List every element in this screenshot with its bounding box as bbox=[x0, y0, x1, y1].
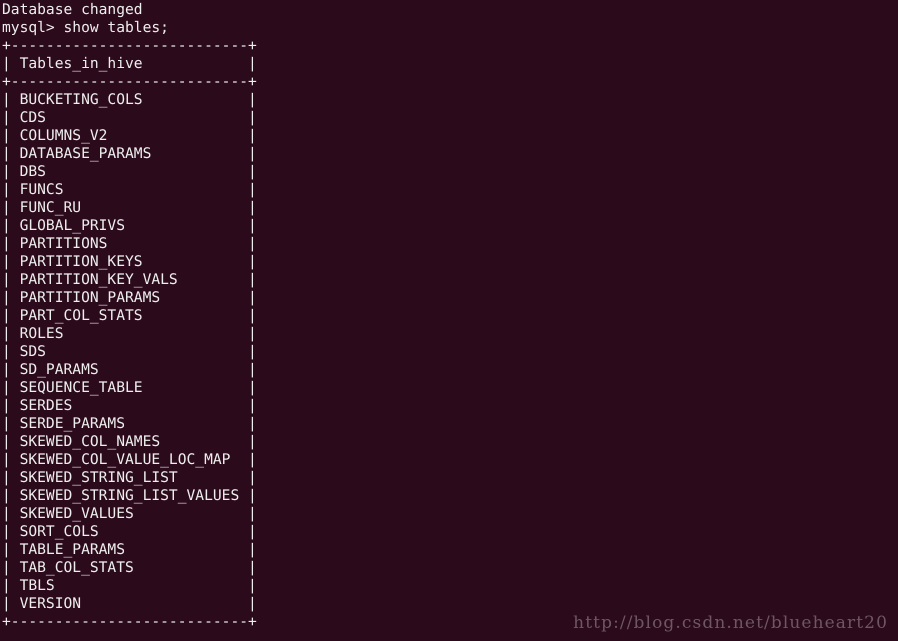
table-row: | SDS | bbox=[2, 343, 257, 360]
table-row: | SKEWED_STRING_LIST_VALUES | bbox=[2, 487, 257, 504]
table-row: | TBLS | bbox=[2, 577, 257, 594]
table-row: | ROLES | bbox=[2, 325, 257, 342]
table-row: | PARTITION_KEY_VALS | bbox=[2, 271, 257, 288]
table-row: | SORT_COLS | bbox=[2, 523, 257, 540]
watermark-url: http://blog.csdn.net/blueheart20 bbox=[573, 613, 888, 633]
table-rule-header: +---------------------------+ bbox=[2, 73, 257, 90]
table-row: | COLUMNS_V2 | bbox=[2, 127, 257, 144]
table-row: | FUNC_RU | bbox=[2, 199, 257, 216]
table-row: | SERDE_PARAMS | bbox=[2, 415, 257, 432]
table-row: | GLOBAL_PRIVS | bbox=[2, 217, 257, 234]
table-row: | DBS | bbox=[2, 163, 257, 180]
table-body: | BUCKETING_COLS | | CDS | | COLUMNS_V2 | |… bbox=[2, 91, 898, 613]
prompt-line: mysql> show tables; bbox=[2, 19, 169, 36]
table-header-row: | Tables_in_hive | bbox=[2, 55, 257, 72]
table-row: | SKEWED_VALUES | bbox=[2, 505, 257, 522]
table-row: | CDS | bbox=[2, 109, 257, 126]
table-row: | SD_PARAMS | bbox=[2, 361, 257, 378]
table-row: | SERDES | bbox=[2, 397, 257, 414]
table-row: | TAB_COL_STATS | bbox=[2, 559, 257, 576]
table-row: | PART_COL_STATS | bbox=[2, 307, 257, 324]
table-row: | SEQUENCE_TABLE | bbox=[2, 379, 257, 396]
table-row: | PARTITIONS | bbox=[2, 235, 257, 252]
table-row: | VERSION | bbox=[2, 595, 257, 612]
table-rule-top: +---------------------------+ bbox=[2, 37, 257, 54]
table-row: | BUCKETING_COLS | bbox=[2, 91, 257, 108]
table-row: | PARTITION_KEYS | bbox=[2, 253, 257, 270]
table-row: | DATABASE_PARAMS | bbox=[2, 145, 257, 162]
table-row: | PARTITION_PARAMS | bbox=[2, 289, 257, 306]
table-row: | FUNCS | bbox=[2, 181, 257, 198]
status-line: Database changed bbox=[2, 1, 143, 18]
table-row: | SKEWED_STRING_LIST | bbox=[2, 469, 257, 486]
terminal-window[interactable]: Database changed mysql> show tables; +--… bbox=[0, 0, 898, 641]
table-row: | SKEWED_COL_VALUE_LOC_MAP | bbox=[2, 451, 257, 468]
table-row: | SKEWED_COL_NAMES | bbox=[2, 433, 257, 450]
table-row: | TABLE_PARAMS | bbox=[2, 541, 257, 558]
